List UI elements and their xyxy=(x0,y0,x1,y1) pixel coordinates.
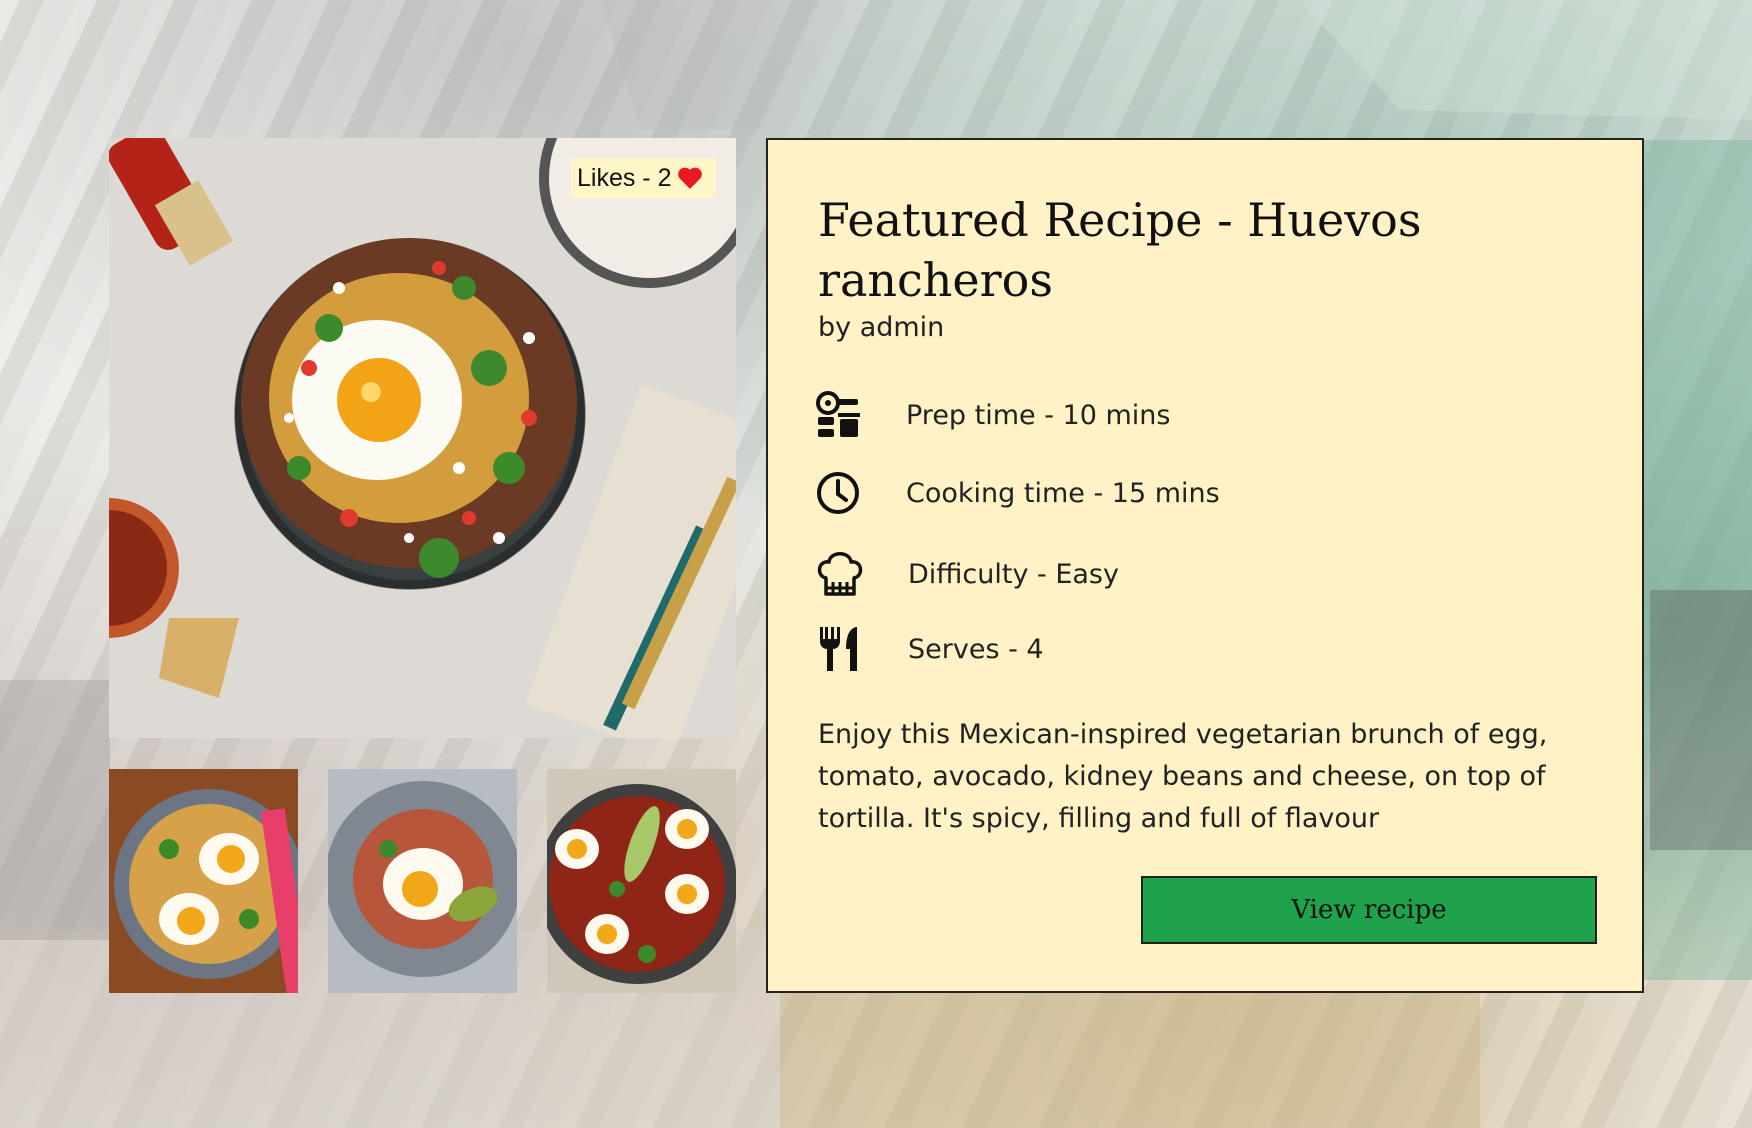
chef-hat-icon xyxy=(817,552,863,596)
likes-badge[interactable]: Likes - 2 xyxy=(571,158,716,198)
kitchen-scale-icon xyxy=(816,391,860,437)
recipe-author: by admin xyxy=(818,312,945,343)
serves-label: Serves - 4 xyxy=(908,633,1044,665)
view-recipe-button[interactable]: View recipe xyxy=(1141,876,1597,944)
serves-row: Serves - 4 xyxy=(816,624,1516,674)
cooking-time-row: Cooking time - 15 mins xyxy=(816,468,1516,518)
fork-knife-icon xyxy=(820,627,857,671)
recipe-card: Featured Recipe - Huevos rancheros by ad… xyxy=(766,138,1644,993)
main-recipe-photo[interactable] xyxy=(109,138,736,738)
recipe-description: Enjoy this Mexican-inspired vegetarian b… xyxy=(818,719,1548,834)
thumbnail-image xyxy=(328,769,517,993)
prep-time-label: Prep time - 10 mins xyxy=(906,399,1171,431)
thumbnail-2[interactable] xyxy=(328,769,517,993)
difficulty-label: Difficulty - Easy xyxy=(908,558,1119,590)
cooking-time-label: Cooking time - 15 mins xyxy=(906,477,1220,509)
thumbnail-image xyxy=(547,769,736,993)
recipe-title: Featured Recipe - Huevos rancheros xyxy=(818,193,1422,307)
clock-icon xyxy=(817,472,859,514)
difficulty-row: Difficulty - Easy xyxy=(816,544,1516,604)
huevos-rancheros-image xyxy=(109,138,736,738)
heart-icon[interactable] xyxy=(677,166,703,190)
thumbnail-1[interactable] xyxy=(109,769,298,993)
thumbnail-3[interactable] xyxy=(547,769,736,993)
likes-count: Likes - 2 xyxy=(577,163,672,192)
thumbnail-image xyxy=(109,769,298,993)
prep-time-row: Prep time - 10 mins xyxy=(816,390,1516,440)
